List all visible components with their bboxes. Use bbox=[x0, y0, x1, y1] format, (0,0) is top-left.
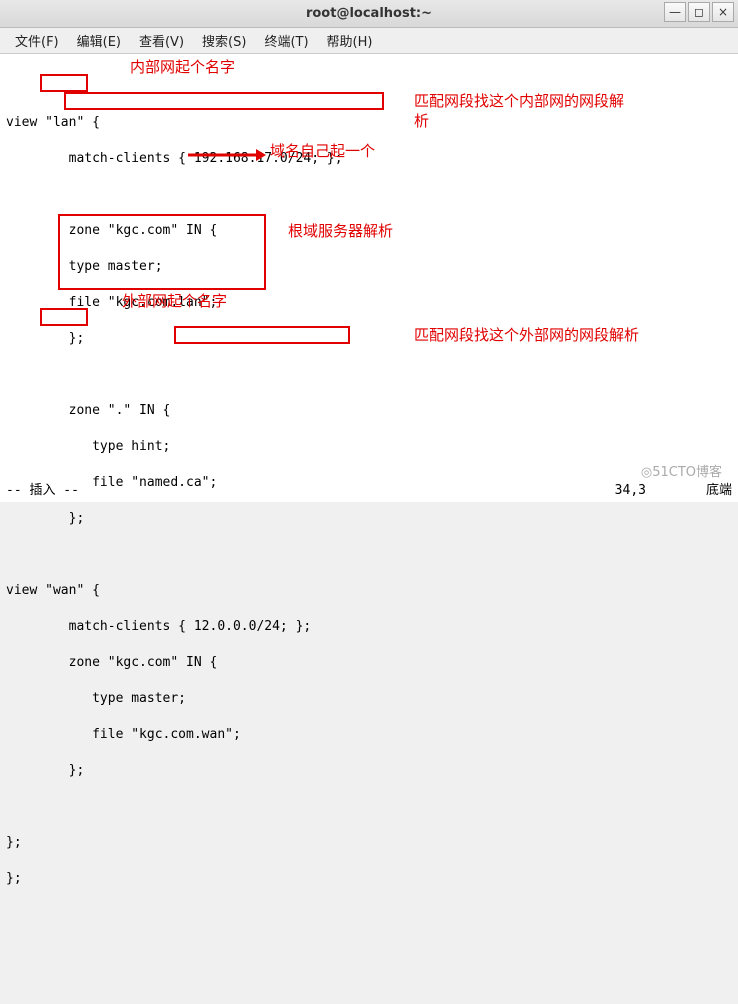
menu-view[interactable]: 查看(V) bbox=[130, 28, 193, 53]
menubar: 文件(F) 编辑(E) 查看(V) 搜索(S) 终端(T) 帮助(H) bbox=[0, 28, 738, 54]
code-line: type master; bbox=[6, 258, 732, 276]
code-line: }; bbox=[6, 762, 732, 780]
code-line bbox=[6, 186, 732, 204]
scroll-location: 底端 bbox=[706, 482, 732, 500]
close-button[interactable]: × bbox=[712, 2, 734, 22]
watermark: ◎51CTO博客 bbox=[641, 464, 722, 482]
minimize-button[interactable]: — bbox=[664, 2, 686, 22]
menu-file[interactable]: 文件(F) bbox=[6, 28, 68, 53]
code-line: }; bbox=[6, 834, 732, 852]
arrow-icon bbox=[188, 148, 266, 162]
code-line: view "lan" { bbox=[6, 114, 732, 132]
code-line bbox=[6, 366, 732, 384]
titlebar: root@localhost:~ — ◻ × bbox=[0, 0, 738, 28]
code-line: zone "." IN { bbox=[6, 402, 732, 420]
code-line: match-clients { 12.0.0.0/24; }; bbox=[6, 618, 732, 636]
menu-help[interactable]: 帮助(H) bbox=[318, 28, 382, 53]
code-line: zone "kgc.com" IN { bbox=[6, 222, 732, 240]
code-line: type master; bbox=[6, 690, 732, 708]
menu-terminal[interactable]: 终端(T) bbox=[255, 28, 317, 53]
code-line bbox=[6, 798, 732, 816]
code-line bbox=[6, 546, 732, 564]
window-title: root@localhost:~ bbox=[0, 6, 738, 21]
maximize-button[interactable]: ◻ bbox=[688, 2, 710, 22]
menu-search[interactable]: 搜索(S) bbox=[193, 28, 255, 53]
code-line: file "kgc.com.wan"; bbox=[6, 726, 732, 744]
code-line: file "kgc.com.lan"; bbox=[6, 294, 732, 312]
code-line: view "wan" { bbox=[6, 582, 732, 600]
code-line: }; bbox=[6, 330, 732, 348]
code-line: }; bbox=[6, 870, 732, 888]
code-line: type hint; bbox=[6, 438, 732, 456]
code-line: }; bbox=[6, 510, 732, 528]
code-line: match-clients { 192.168.17.0/24; }; bbox=[6, 150, 732, 168]
window-controls: — ◻ × bbox=[664, 2, 734, 22]
menu-edit[interactable]: 编辑(E) bbox=[68, 28, 130, 53]
code-line: zone "kgc.com" IN { bbox=[6, 654, 732, 672]
terminal-area[interactable]: view "lan" { match-clients { 192.168.17.… bbox=[0, 54, 738, 502]
status-bar: -- 插入 -- 34,3 底端 bbox=[6, 482, 732, 500]
annotation-lan-name: 内部网起个名字 bbox=[130, 58, 235, 76]
vim-mode: -- 插入 -- bbox=[6, 482, 79, 500]
blank-line bbox=[6, 78, 732, 96]
cursor-position: 34,3 bbox=[615, 482, 646, 500]
